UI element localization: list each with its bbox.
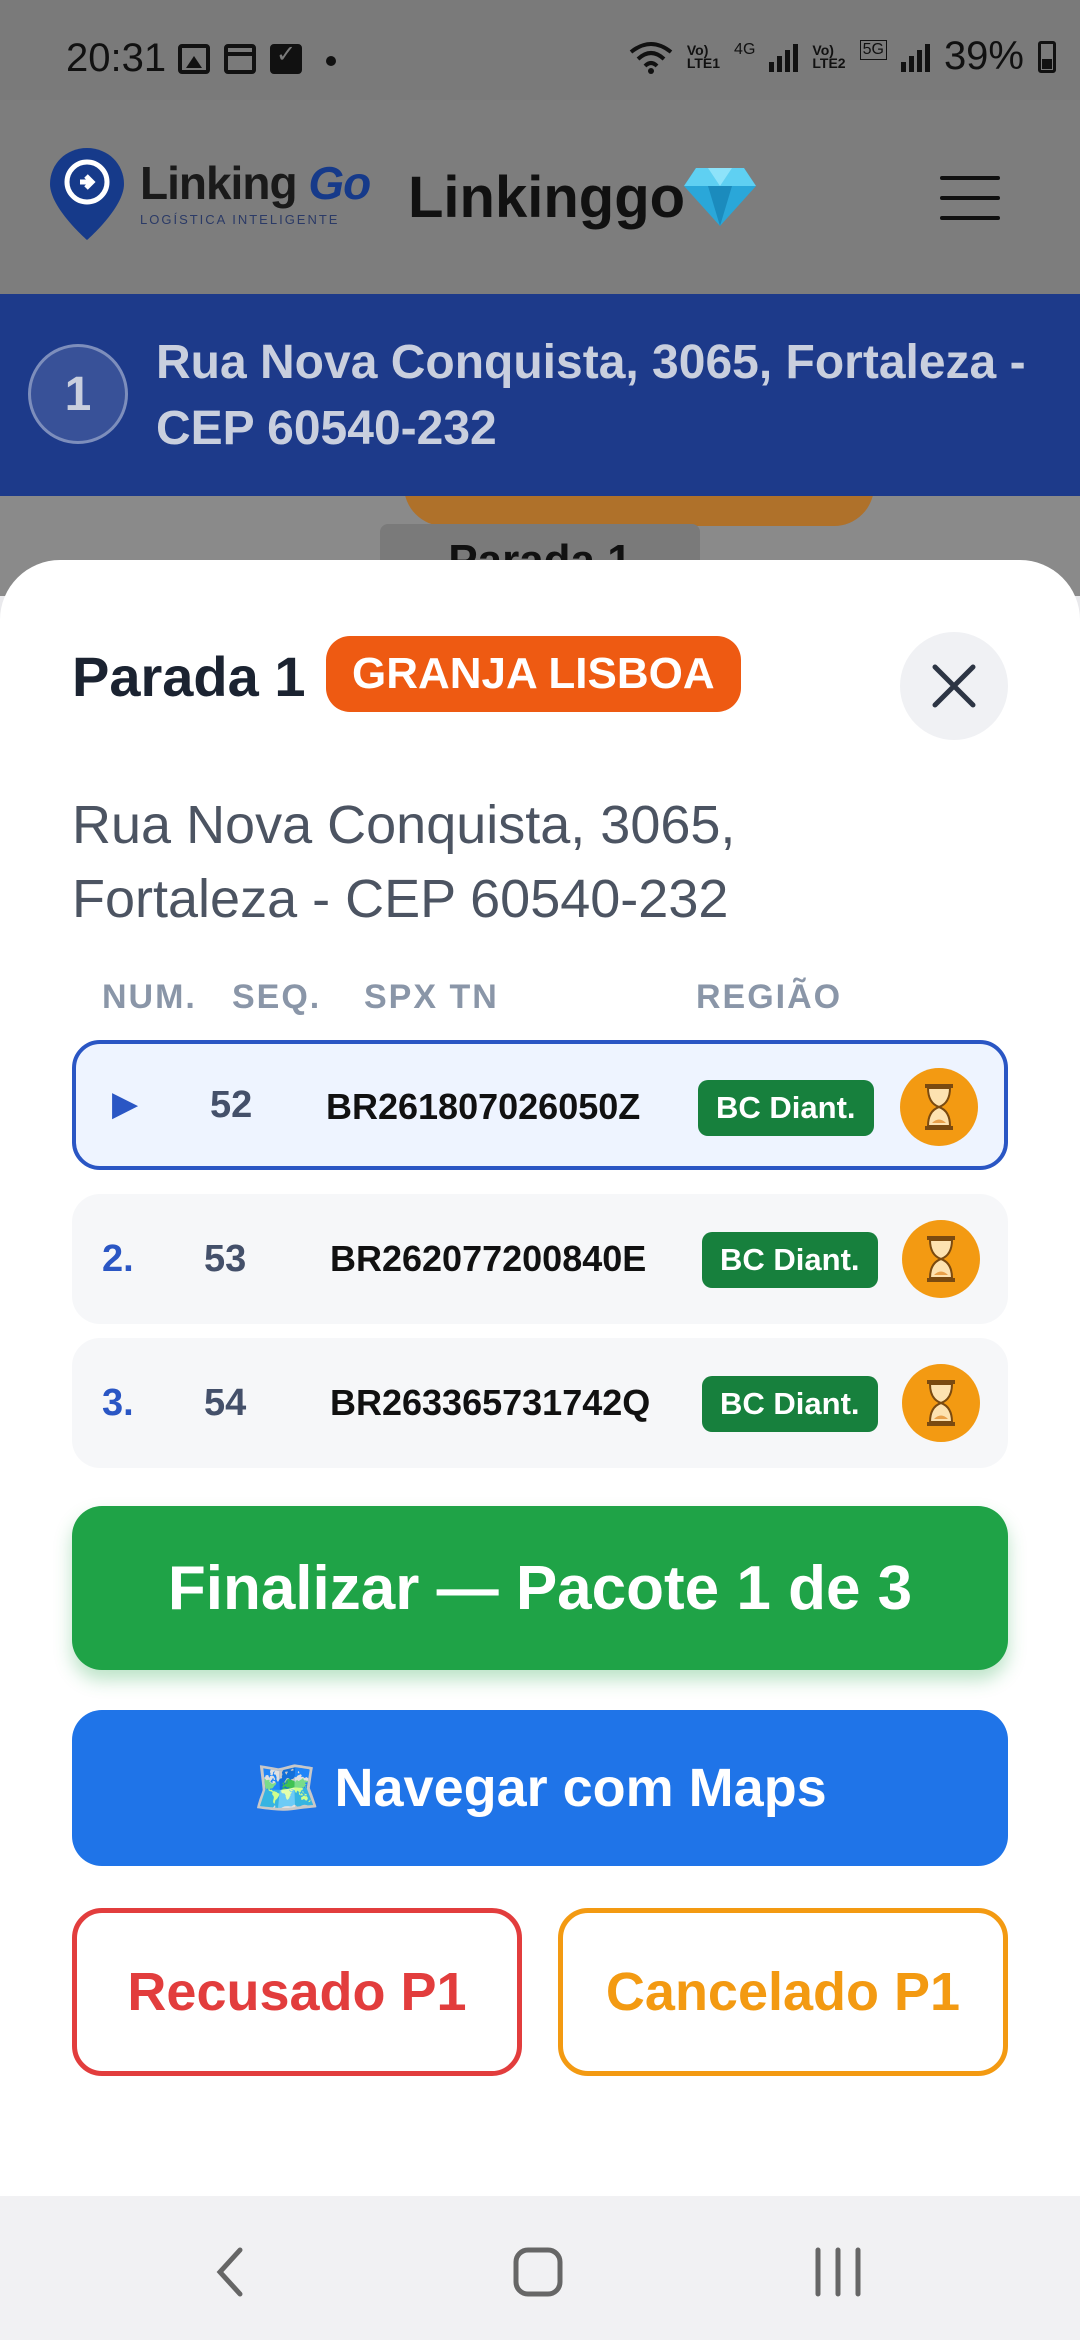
logo-tagline: LOGÍSTICA INTELIGENTE bbox=[140, 212, 340, 227]
recusado-button[interactable]: Recusado P1 bbox=[72, 1908, 522, 2076]
close-icon bbox=[932, 664, 976, 708]
logo-text-go: Go bbox=[308, 157, 371, 209]
sim2-network-type: 5G bbox=[859, 39, 887, 60]
status-right: Vo) LTE1 4G Vo) LTE2 5G 39% bbox=[629, 34, 1056, 79]
system-nav-bar bbox=[0, 2196, 1080, 2340]
notification-icons bbox=[178, 40, 336, 74]
package-region-badge: BC Diant. bbox=[698, 1080, 874, 1136]
signal-icon-1 bbox=[769, 42, 799, 72]
sim1-label: LTE1 bbox=[686, 54, 721, 71]
stop-detail-sheet: Parada 1 GRANJA LISBOA Rua Nova Conquist… bbox=[0, 560, 1080, 2196]
battery-icon bbox=[1038, 40, 1056, 73]
checkbox-icon bbox=[270, 40, 302, 74]
app-header: Linking Go LOGÍSTICA INTELIGENTE Linking… bbox=[0, 100, 1080, 294]
wifi-icon bbox=[629, 41, 673, 74]
sim2-indicator: Vo) LTE2 bbox=[812, 43, 846, 71]
sim1-network-type: 4G bbox=[734, 40, 756, 58]
package-row[interactable]: 3. 54 BR263365731742Q BC Diant. bbox=[72, 1338, 1008, 1468]
package-seq: 53 bbox=[204, 1238, 247, 1280]
status-bar: 20:31 Vo) LTE1 4G Vo) LTE2 5G 39% bbox=[0, 0, 1080, 100]
column-num: NUM. bbox=[102, 978, 197, 1016]
gallery-icon bbox=[178, 44, 210, 74]
address-banner: 1 Rua Nova Conquista, 3065, Fortaleza - … bbox=[0, 294, 1080, 496]
hourglass-icon[interactable] bbox=[902, 1220, 980, 1298]
world-map-icon: 🗺️ bbox=[253, 1757, 321, 1818]
logo: Linking Go LOGÍSTICA INTELIGENTE bbox=[140, 156, 371, 227]
hourglass-icon[interactable] bbox=[900, 1068, 978, 1146]
stop-number-badge: 1 bbox=[28, 344, 128, 444]
sheet-address: Rua Nova Conquista, 3065, Fortaleza - CE… bbox=[72, 795, 736, 929]
calendar-icon bbox=[224, 44, 256, 74]
logo-text-linking: Linking bbox=[140, 157, 309, 209]
finalizar-button[interactable]: Finalizar — Pacote 1 de 3 bbox=[72, 1506, 1008, 1670]
sheet-title: Parada 1 bbox=[72, 645, 306, 708]
navigate-maps-label: Navegar com Maps bbox=[334, 1758, 827, 1818]
package-row[interactable]: 2. 53 BR262077200840E BC Diant. bbox=[72, 1194, 1008, 1324]
back-icon[interactable] bbox=[210, 2242, 250, 2302]
navigate-maps-button[interactable]: 🗺️ Navegar com Maps bbox=[72, 1710, 1008, 1866]
current-package-arrow-icon: ▶ bbox=[112, 1085, 139, 1123]
logo-wordmark: Linking Go bbox=[140, 156, 371, 210]
close-button[interactable] bbox=[900, 632, 1008, 740]
banner-address: Rua Nova Conquista, 3065, Fortaleza - CE… bbox=[156, 336, 1026, 455]
column-seq: SEQ. bbox=[232, 978, 322, 1016]
battery-percent: 39% bbox=[943, 34, 1024, 78]
map-pin-icon bbox=[50, 148, 124, 240]
package-tracking-number: BR263365731742Q bbox=[330, 1382, 651, 1423]
package-seq: 54 bbox=[204, 1382, 247, 1424]
sim2-label: LTE2 bbox=[812, 54, 846, 71]
cancelado-button[interactable]: Cancelado P1 bbox=[558, 1908, 1008, 2076]
signal-icon-2 bbox=[900, 42, 930, 72]
sim1-indicator: Vo) LTE1 bbox=[686, 43, 721, 71]
status-time: 20:31 bbox=[66, 36, 167, 80]
home-icon[interactable] bbox=[508, 2242, 568, 2302]
recent-apps-icon[interactable] bbox=[808, 2242, 868, 2302]
package-index: 2. bbox=[102, 1238, 134, 1280]
package-tracking-number: BR261807026050Z bbox=[326, 1086, 641, 1127]
package-tracking-number: BR262077200840E bbox=[330, 1238, 647, 1279]
package-region-badge: BC Diant. bbox=[702, 1376, 878, 1432]
app-title: Linkinggo bbox=[408, 165, 686, 230]
package-row-active[interactable]: ▶ 52 BR261807026050Z BC Diant. bbox=[72, 1040, 1008, 1170]
column-region: REGIÃO bbox=[696, 978, 843, 1016]
menu-icon[interactable] bbox=[940, 176, 1000, 220]
hourglass-icon[interactable] bbox=[902, 1364, 980, 1442]
package-index: 3. bbox=[102, 1382, 134, 1424]
package-seq: 52 bbox=[210, 1084, 253, 1126]
neighborhood-badge: GRANJA LISBOA bbox=[326, 636, 741, 712]
column-spx-tn: SPX TN bbox=[364, 978, 499, 1016]
packages-table-header: NUM. SEQ. SPX TN REGIÃO bbox=[0, 978, 1080, 1028]
more-notifications-icon bbox=[326, 56, 336, 66]
diamond-icon bbox=[684, 168, 756, 226]
package-region-badge: BC Diant. bbox=[702, 1232, 878, 1288]
map-marker-cluster bbox=[404, 496, 874, 526]
